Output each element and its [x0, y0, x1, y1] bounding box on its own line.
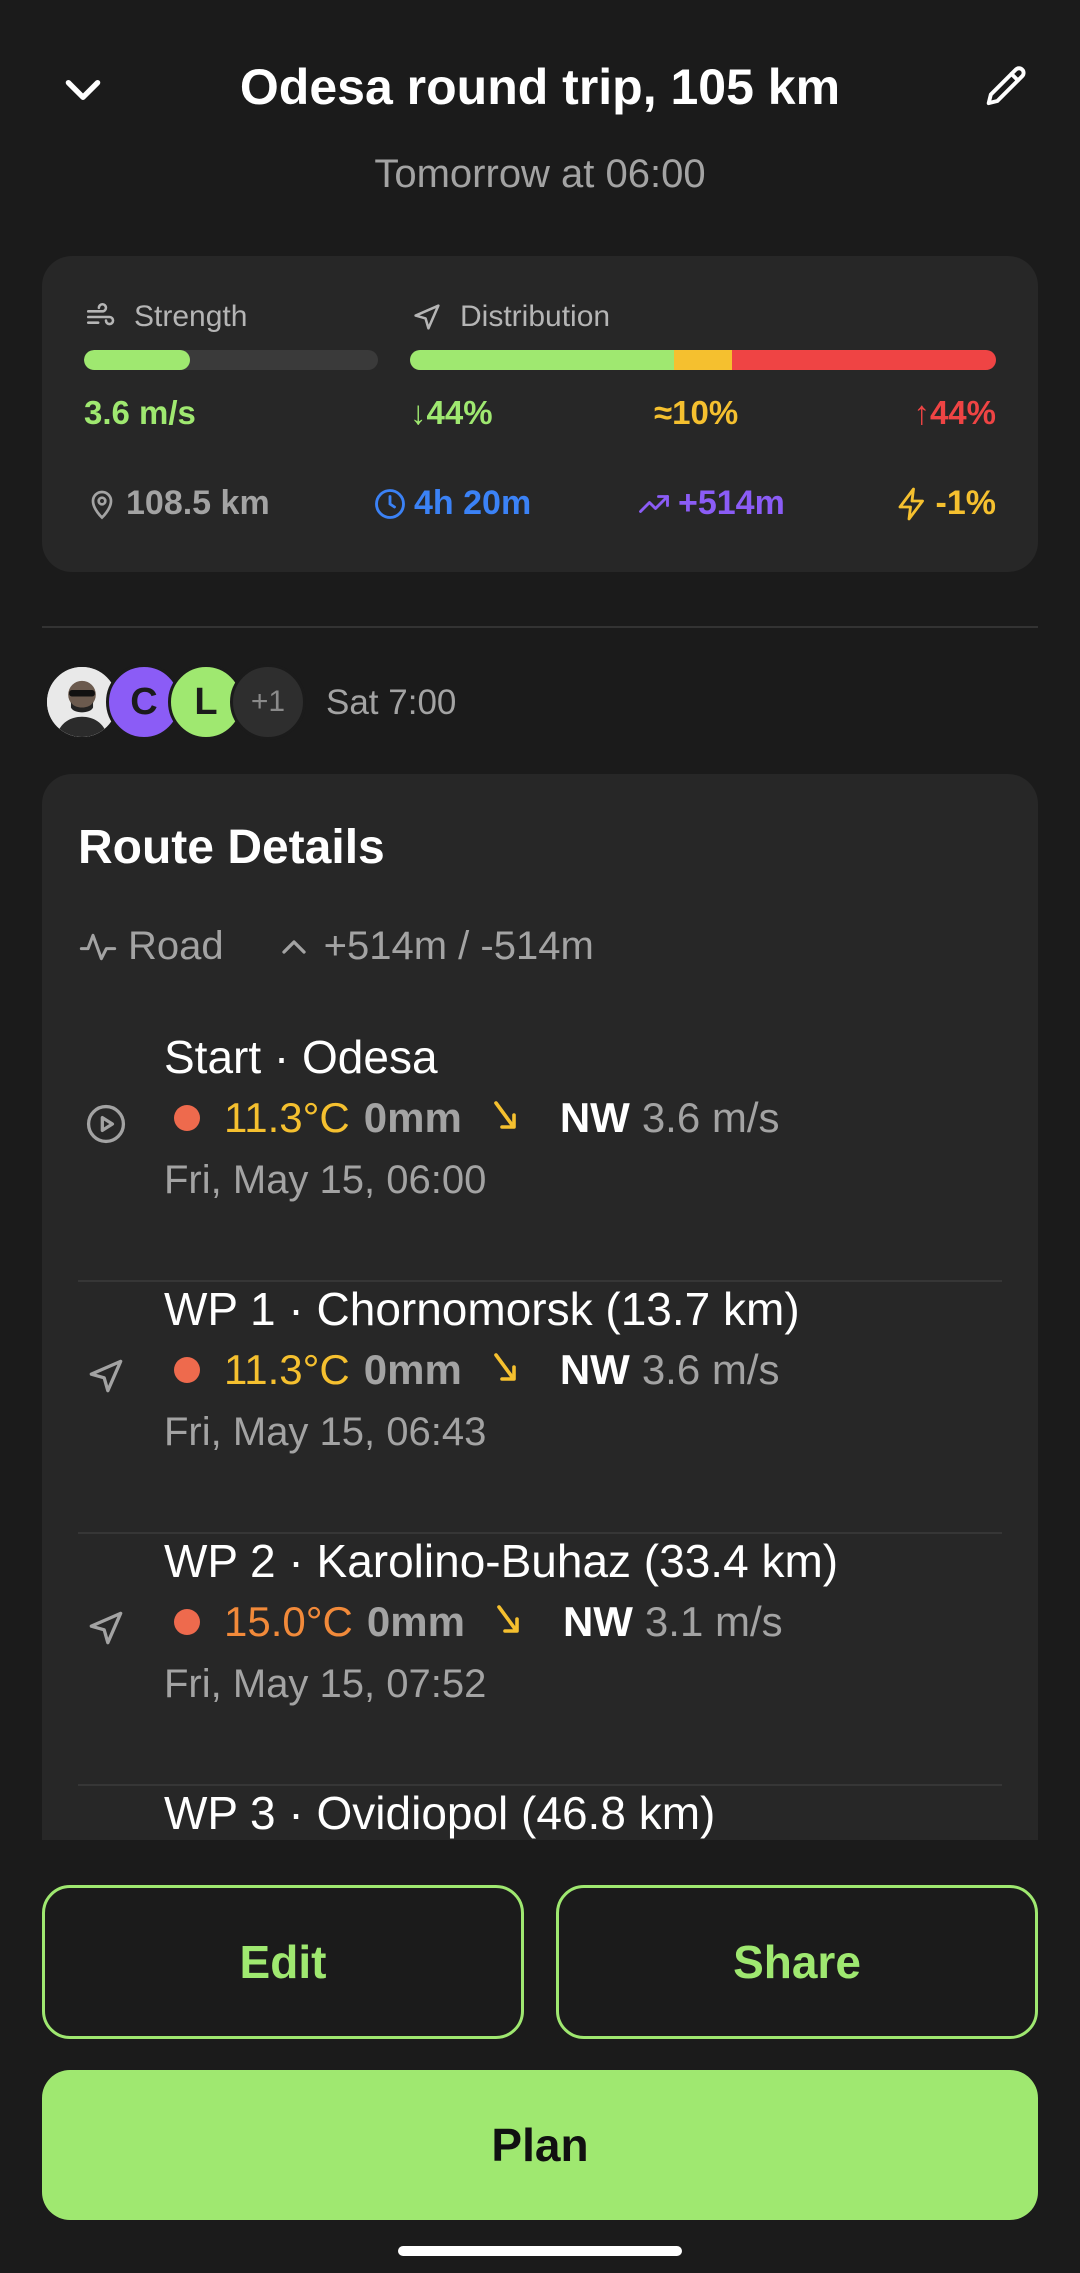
stat-distance: 108.5 km: [84, 484, 270, 523]
strength-value: 3.6 m/s: [84, 394, 196, 431]
page-subtitle: Tomorrow at 06:00: [374, 152, 706, 196]
wind-direction: NW: [559, 1346, 630, 1393]
wind-direction-arrow-icon: [494, 1101, 516, 1129]
wind-direction: NW: [559, 1094, 630, 1141]
strength-bar-fill: [84, 350, 190, 370]
waypoint-item[interactable]: Start · Odesa 11.3°C 0mm NW 3.6 m/s Fri,…: [78, 1030, 1002, 1282]
waypoint-temp: 11.3°C: [224, 1094, 350, 1141]
waypoint-rain: 0mm: [363, 1094, 462, 1141]
waypoint-time: Fri, May 15, 07:52: [164, 1662, 487, 1706]
home-indicator[interactable]: [398, 2246, 682, 2256]
waypoint-name: WP 2 · Karolino-Buhaz (33.4 km): [164, 1535, 839, 1587]
wind-speed: 3.6 m/s: [641, 1346, 780, 1393]
pencil-icon[interactable]: [980, 62, 1032, 114]
waypoint-item[interactable]: WP 3 · Ovidiopol (46.8 km): [78, 1786, 1002, 1840]
play-icon: [86, 1104, 126, 1144]
trending-up-icon: [639, 494, 669, 513]
stat-elevation: +514m: [636, 484, 785, 523]
waypoint-name: WP 1 · Chornomorsk (13.7 km): [164, 1283, 800, 1335]
route-meta: Road +514m / -514m: [78, 924, 594, 969]
waypoint-rain: 0mm: [363, 1346, 462, 1393]
weather-dot: [174, 1105, 200, 1131]
waypoint-weather: 11.3°C 0mm NW 3.6 m/s: [164, 1346, 780, 1394]
distribution-bar: [410, 350, 996, 370]
map-pin-icon: [91, 490, 113, 519]
wind-speed: 3.1 m/s: [644, 1598, 783, 1645]
share-button[interactable]: Share: [556, 1885, 1038, 2039]
waypoint-item[interactable]: WP 1 · Chornomorsk (13.7 km) 11.3°C 0mm …: [78, 1282, 1002, 1534]
waypoint-item[interactable]: WP 2 · Karolino-Buhaz (33.4 km) 15.0°C 0…: [78, 1534, 1002, 1786]
strength-bar: [84, 350, 378, 370]
weather-dot: [174, 1357, 200, 1383]
surface-type: Road: [128, 924, 224, 968]
activity-icon: [79, 933, 117, 960]
page-title: Odesa round trip, 105 km: [239, 59, 841, 115]
navigation-icon: [414, 304, 440, 330]
waypoint-name: Start · Odesa: [164, 1031, 438, 1083]
edit-button[interactable]: Edit: [42, 1885, 524, 2039]
route-details-title: Route Details: [78, 821, 385, 874]
distribution-segment: [673, 350, 733, 370]
route-screen: Odesa round trip, 105 km Tomorrow at 06:…: [0, 0, 1080, 2273]
distribution-tailwind: ↓44%: [410, 394, 493, 431]
waypoint-temp: 11.3°C: [224, 1346, 350, 1393]
lightning-icon: [898, 487, 924, 520]
ride-time: Sat 7:00: [326, 683, 457, 722]
distribution-label: Distribution: [460, 300, 611, 333]
waypoint-rain: 0mm: [366, 1598, 465, 1645]
distribution-headwind: ↑44%: [913, 394, 996, 431]
participants-avatars[interactable]: C L +1: [44, 664, 306, 740]
strength-label: Strength: [134, 300, 248, 333]
navigation-icon: [89, 1359, 123, 1393]
wind-speed: 3.6 m/s: [641, 1094, 780, 1141]
plan-button[interactable]: Plan: [42, 2070, 1038, 2220]
wind-direction-arrow-icon: [497, 1605, 519, 1633]
waypoint-temp: 15.0°C: [224, 1598, 353, 1645]
weather-dot: [174, 1609, 200, 1635]
route-elevation: +514m / -514m: [323, 924, 594, 968]
wind-icon: [86, 303, 115, 326]
waypoint-time: Fri, May 15, 06:00: [164, 1158, 487, 1202]
section-divider: [42, 626, 1038, 628]
stat-energy: -1%: [894, 484, 996, 523]
waypoint-name: WP 3 · Ovidiopol (46.8 km): [164, 1787, 716, 1839]
distribution-heading: Distribution: [410, 300, 610, 334]
distribution-crosswind: ≈10%: [654, 394, 739, 431]
distribution-segment: [410, 350, 674, 370]
route-details-card: Route Details Road +514m / -514m Start ·…: [42, 774, 1038, 1840]
navigation-icon: [89, 1611, 123, 1645]
waypoint-weather: 11.3°C 0mm NW 3.6 m/s: [164, 1094, 780, 1142]
waypoint-time: Fri, May 15, 06:43: [164, 1410, 487, 1454]
caret-up-icon: [281, 939, 306, 954]
clock-icon: [375, 488, 405, 519]
wind-direction: NW: [562, 1598, 633, 1645]
waypoint-weather: 15.0°C 0mm NW 3.1 m/s: [164, 1598, 783, 1646]
distribution-segment: [732, 350, 996, 370]
stat-duration: 4h 20m: [372, 484, 531, 523]
more-participants-badge: +1: [230, 664, 306, 740]
wind-direction-arrow-icon: [494, 1353, 516, 1381]
strength-heading: Strength: [84, 300, 247, 334]
wind-summary-card: Strength 3.6 m/s Distribution ↓44% ≈10% …: [42, 256, 1038, 572]
